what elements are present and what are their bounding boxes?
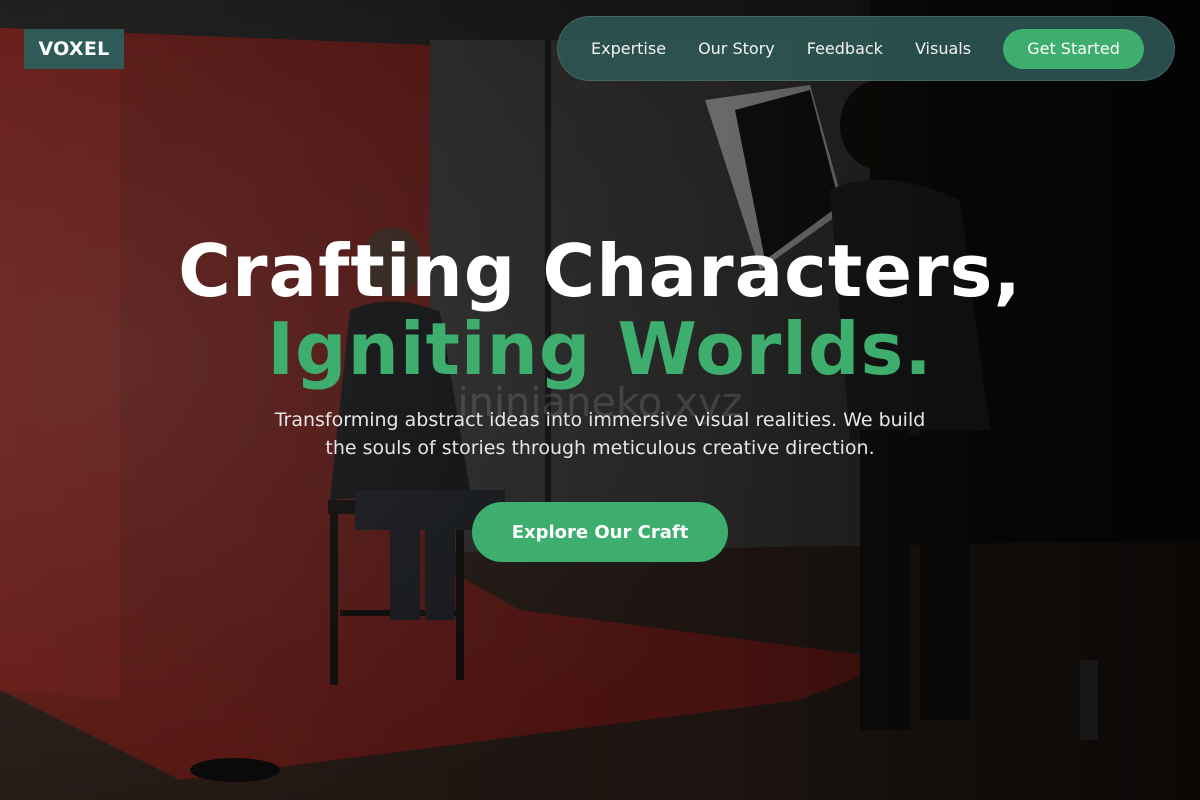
headline-line-1: Crafting Characters, bbox=[178, 229, 1022, 313]
top-navigation: Expertise Our Story Feedback Visuals Get… bbox=[557, 16, 1175, 81]
nav-link-feedback[interactable]: Feedback bbox=[807, 39, 883, 58]
nav-link-expertise[interactable]: Expertise bbox=[591, 39, 666, 58]
explore-our-craft-button[interactable]: Explore Our Craft bbox=[472, 502, 728, 562]
hero-subtitle: Transforming abstract ideas into immersi… bbox=[274, 409, 926, 459]
headline-line-2: Igniting Worlds. bbox=[267, 307, 933, 391]
nav-link-visuals[interactable]: Visuals bbox=[915, 39, 971, 58]
nav-link-our-story[interactable]: Our Story bbox=[698, 39, 775, 58]
brand-logo[interactable]: VOXEL bbox=[24, 29, 124, 69]
hero-heading: Crafting Characters, Igniting Worlds. bbox=[0, 232, 1200, 388]
get-started-button[interactable]: Get Started bbox=[1003, 28, 1145, 69]
